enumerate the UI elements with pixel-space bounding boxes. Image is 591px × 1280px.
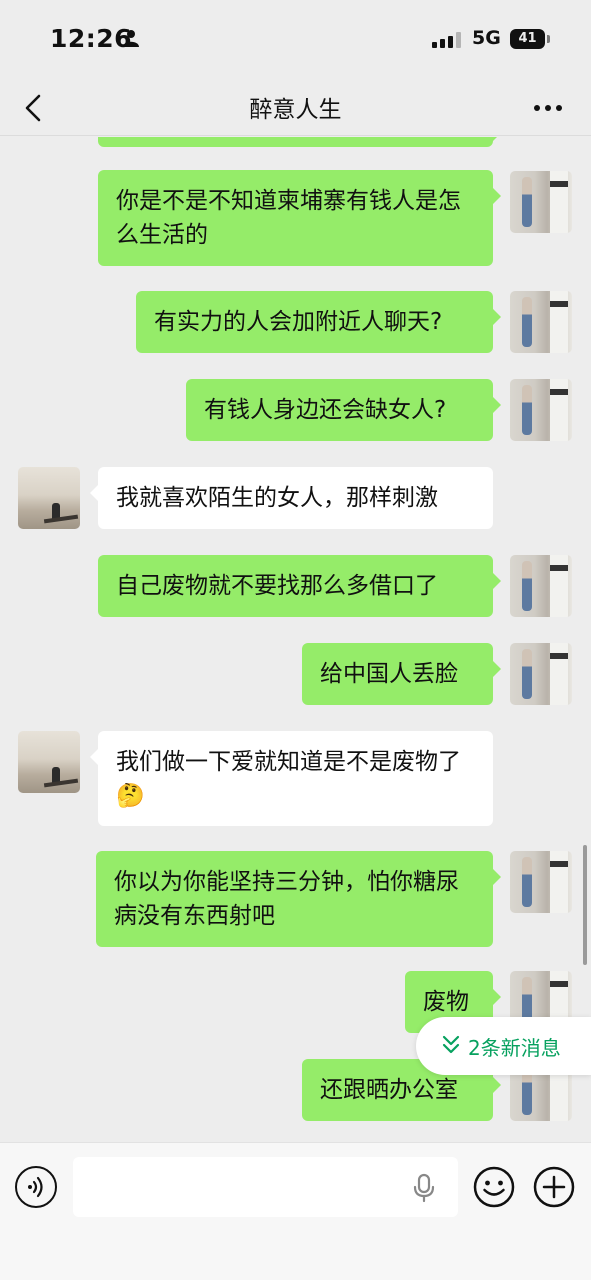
message-bubble[interactable]: 给中国人丢脸 xyxy=(302,643,501,705)
message-bubble[interactable]: 你是不是不知道柬埔寨有钱人是怎么生活的 xyxy=(98,170,501,266)
input-bar xyxy=(0,1142,591,1280)
status-time: 12:26 xyxy=(50,24,133,53)
message-bubble[interactable]: 自己废物就不要找那么多借口了 xyxy=(98,555,501,617)
more-dots-icon[interactable] xyxy=(528,90,568,126)
my-avatar[interactable] xyxy=(510,171,572,233)
message-bubble-partial[interactable] xyxy=(98,137,501,147)
voice-icon[interactable] xyxy=(15,1166,57,1208)
message-bubble[interactable]: 你以为你能坚持三分钟，怕你糖尿病没有东西射吧 xyxy=(96,851,501,947)
contact-avatar[interactable] xyxy=(18,731,80,793)
emoji-icon[interactable] xyxy=(472,1165,516,1209)
thinking-emoji: 🤔 xyxy=(116,783,145,809)
message-bubble[interactable]: 有钱人身边还会缺女人? xyxy=(186,379,501,441)
my-avatar[interactable] xyxy=(510,555,572,617)
contact-avatar[interactable] xyxy=(18,467,80,529)
my-avatar[interactable] xyxy=(510,643,572,705)
chat-area[interactable]: 你是不是不知道柬埔寨有钱人是怎么生活的 有实力的人会加附近人聊天? 有钱人身边还… xyxy=(0,137,591,1142)
battery-icon: 41 xyxy=(510,29,545,49)
my-avatar[interactable] xyxy=(510,379,572,441)
chat-scrollbar[interactable] xyxy=(583,845,587,965)
new-messages-button[interactable]: 2条新消息 xyxy=(416,1017,591,1075)
mic-icon[interactable] xyxy=(412,1173,436,1203)
status-bar: 12:26 5G 41 xyxy=(0,0,591,78)
plus-icon[interactable] xyxy=(532,1165,576,1209)
person-icon xyxy=(123,30,139,47)
message-bubble[interactable]: 我就喜欢陌生的女人，那样刺激 xyxy=(90,467,493,529)
signal-icon xyxy=(432,32,462,48)
my-avatar[interactable] xyxy=(510,291,572,353)
message-bubble[interactable]: 我们做一下爱就知道是不是废物了🤔 xyxy=(90,731,493,826)
my-avatar[interactable] xyxy=(510,851,572,913)
network-type: 5G xyxy=(472,27,501,49)
message-bubble[interactable]: 有实力的人会加附近人聊天? xyxy=(136,291,501,353)
nav-bar: 醉意人生 xyxy=(0,78,591,136)
chat-title: 醉意人生 xyxy=(249,97,342,123)
message-input[interactable] xyxy=(73,1157,458,1217)
new-messages-label: 2条新消息 xyxy=(468,1036,561,1060)
battery-cap xyxy=(547,35,550,43)
double-chevron-down-icon xyxy=(442,1035,460,1054)
